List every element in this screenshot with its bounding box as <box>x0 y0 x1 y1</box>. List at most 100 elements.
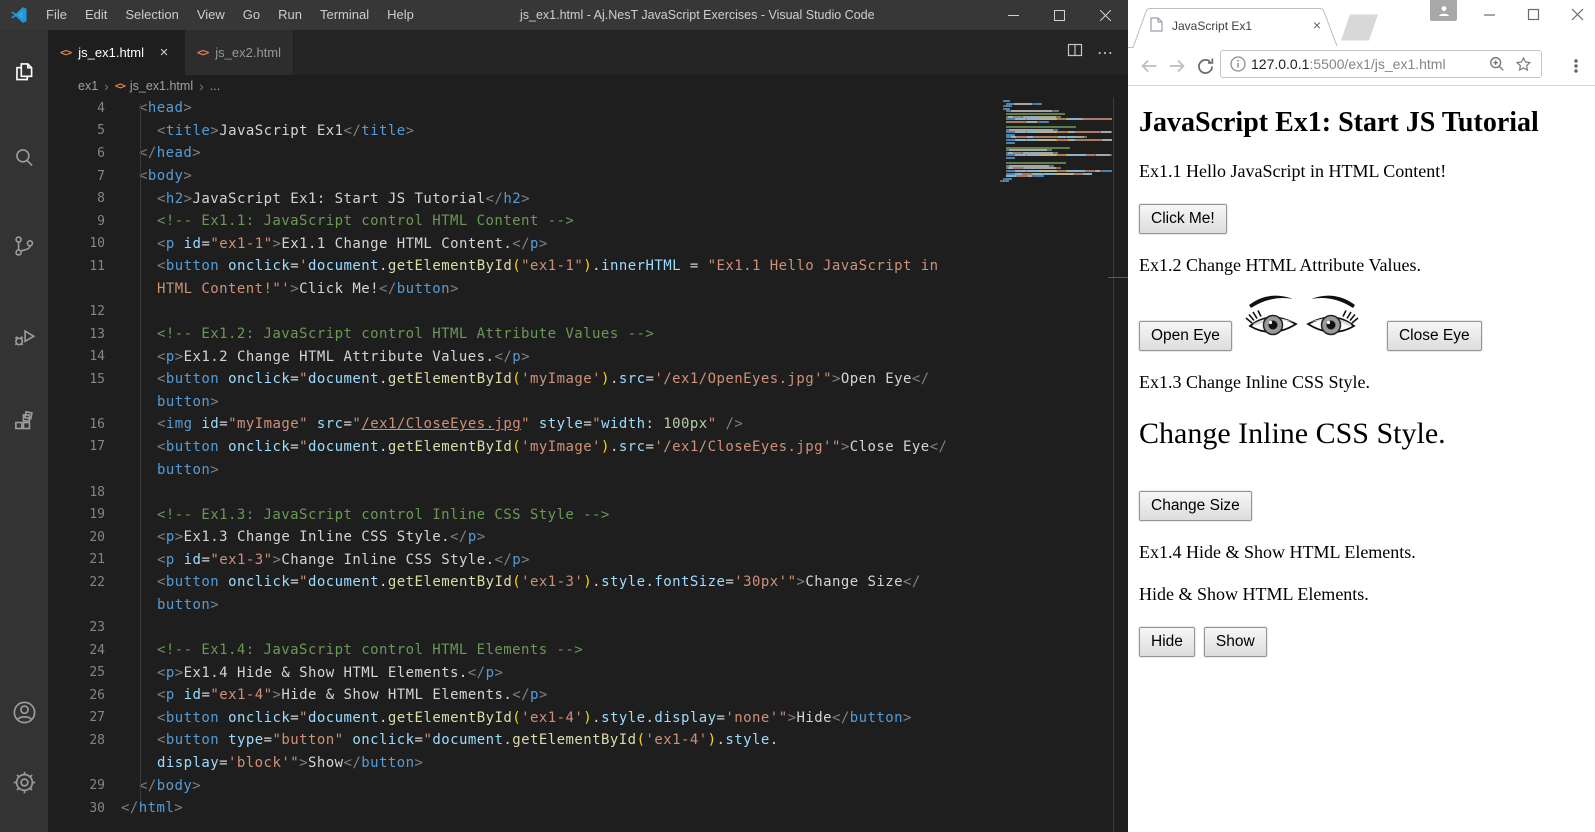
code-token: . <box>770 732 779 748</box>
tab-close-icon[interactable]: × <box>156 45 172 61</box>
menu-go[interactable]: Go <box>234 0 269 30</box>
search-icon[interactable] <box>0 138 48 178</box>
menu-terminal[interactable]: Terminal <box>311 0 378 30</box>
code-token: button <box>397 281 450 297</box>
code-text: button> <box>105 462 219 478</box>
editor-tab-js_ex2.html[interactable]: <>js_ex2.html <box>185 30 294 75</box>
minimap-mark <box>1008 180 1009 182</box>
code-text: <img id="myImage" src="/ex1/CloseEyes.jp… <box>105 416 743 432</box>
minimap-mark <box>1038 131 1056 133</box>
run-debug-icon[interactable] <box>0 316 48 356</box>
web-button-click-me-[interactable]: Click Me! <box>1139 204 1227 234</box>
profile-button[interactable] <box>1430 0 1457 21</box>
code-token: 'none' <box>725 710 778 726</box>
split-editor-icon[interactable] <box>1067 42 1083 63</box>
editor-scrollbar[interactable] <box>1113 97 1129 832</box>
code-token: . <box>379 710 388 726</box>
web-button-open-eye[interactable]: Open Eye <box>1139 321 1232 351</box>
code-token: '/ex1/CloseEyes.jpg' <box>654 439 832 455</box>
browser-maximize-button[interactable] <box>1523 4 1543 24</box>
code-token: Change Inline CSS Style. <box>281 552 494 568</box>
line-number: 30 <box>48 801 105 816</box>
code-token: " <box>299 574 308 590</box>
code-token: p <box>512 552 521 568</box>
code-line: 17<button onclick="document.getElementBy… <box>48 436 1113 459</box>
code-text: <button type="button" onclick="document.… <box>105 732 779 748</box>
code-token: . <box>592 710 601 726</box>
code-token: ( <box>512 439 521 455</box>
code-token: button <box>157 462 210 478</box>
code-token: p <box>530 236 539 252</box>
editor-tab-js_ex1.html[interactable]: <>js_ex1.html× <box>48 30 185 75</box>
menu-run[interactable]: Run <box>269 0 311 30</box>
breadcrumb-file[interactable]: js_ex1.html <box>130 79 193 93</box>
minimap-mark <box>1102 139 1112 141</box>
menu-edit[interactable]: Edit <box>76 0 116 30</box>
code-text: <p>Ex1.4 Hide & Show HTML Elements.</p> <box>105 665 503 681</box>
menu-selection[interactable]: Selection <box>116 0 187 30</box>
bookmark-star-icon[interactable] <box>1514 55 1533 74</box>
web-button-change-size[interactable]: Change Size <box>1139 491 1252 521</box>
source-control-icon[interactable] <box>0 226 48 266</box>
code-token: </ <box>121 800 139 816</box>
menu-file[interactable]: File <box>37 0 76 30</box>
code-token: Hide <box>796 710 832 726</box>
code-token: = <box>201 552 210 568</box>
settings-gear-icon[interactable] <box>0 762 48 802</box>
browser-tab[interactable] <box>1128 0 1388 48</box>
browser-menu-icon[interactable] <box>1563 53 1589 79</box>
back-icon[interactable] <box>1134 51 1164 81</box>
vscode-close-button[interactable] <box>1082 0 1128 30</box>
more-actions-icon[interactable]: ⋯ <box>1097 43 1114 63</box>
code-token: </ <box>344 123 362 139</box>
menu-help[interactable]: Help <box>378 0 423 30</box>
minimap-mark <box>1014 142 1015 144</box>
code-text: button> <box>105 394 219 410</box>
zoom-icon[interactable] <box>1488 55 1506 73</box>
chevron-right-icon: › <box>199 79 204 93</box>
breadcrumb-folder[interactable]: ex1 <box>78 79 98 93</box>
browser-minimize-button[interactable] <box>1479 4 1499 24</box>
code-token: = <box>201 687 210 703</box>
code-line: 10<p id="ex1-1">Ex1.1 Change HTML Conten… <box>48 232 1113 255</box>
menu-view[interactable]: View <box>188 0 234 30</box>
code-token: < <box>157 439 166 455</box>
breadcrumb-element[interactable]: ... <box>210 79 220 93</box>
code-editor[interactable]: 4<head>5<title>JavaScript Ex1</title>6</… <box>48 97 1113 832</box>
code-token: . <box>379 258 388 274</box>
code-token: = <box>290 710 299 726</box>
code-token: 'ex1-4' <box>521 710 583 726</box>
code-token: = <box>219 416 228 432</box>
vscode-maximize-button[interactable] <box>1036 0 1082 30</box>
web-button-close-eye[interactable]: Close Eye <box>1387 321 1482 351</box>
minimap-mark <box>1096 154 1110 156</box>
code-token: </ <box>512 236 530 252</box>
code-token: </ <box>832 710 850 726</box>
extensions-icon[interactable] <box>0 402 48 442</box>
code-token: document <box>308 371 379 387</box>
code-token: Ex1.4 Hide & Show HTML Elements. <box>184 665 468 681</box>
code-token: Open Eye <box>841 371 912 387</box>
code-token: 'myImage' <box>521 439 601 455</box>
minimap-mark <box>1111 131 1112 133</box>
code-token <box>219 732 228 748</box>
web-button-hide[interactable]: Hide <box>1139 627 1195 657</box>
web-button-show[interactable]: Show <box>1204 627 1267 657</box>
code-text: </html> <box>105 800 183 816</box>
code-token <box>219 710 228 726</box>
code-token: onclick <box>228 439 290 455</box>
site-info-icon[interactable] <box>1230 56 1246 72</box>
reload-icon[interactable] <box>1190 51 1220 81</box>
vscode-minimize-button[interactable] <box>990 0 1036 30</box>
browser-close-button[interactable] <box>1567 4 1587 24</box>
explorer-icon[interactable] <box>0 52 48 92</box>
account-icon[interactable] <box>0 692 48 732</box>
address-bar[interactable]: 127.0.0.1:5500/ex1/js_ex1.html <box>1220 50 1542 78</box>
code-token: < <box>157 710 166 726</box>
minimap-mark <box>1006 121 1025 123</box>
tab-close-icon[interactable]: × <box>1310 19 1324 33</box>
line-number: 9 <box>48 214 105 229</box>
minimap-mark <box>1057 131 1068 133</box>
forward-icon[interactable] <box>1162 51 1192 81</box>
minimap[interactable] <box>1000 100 1112 183</box>
